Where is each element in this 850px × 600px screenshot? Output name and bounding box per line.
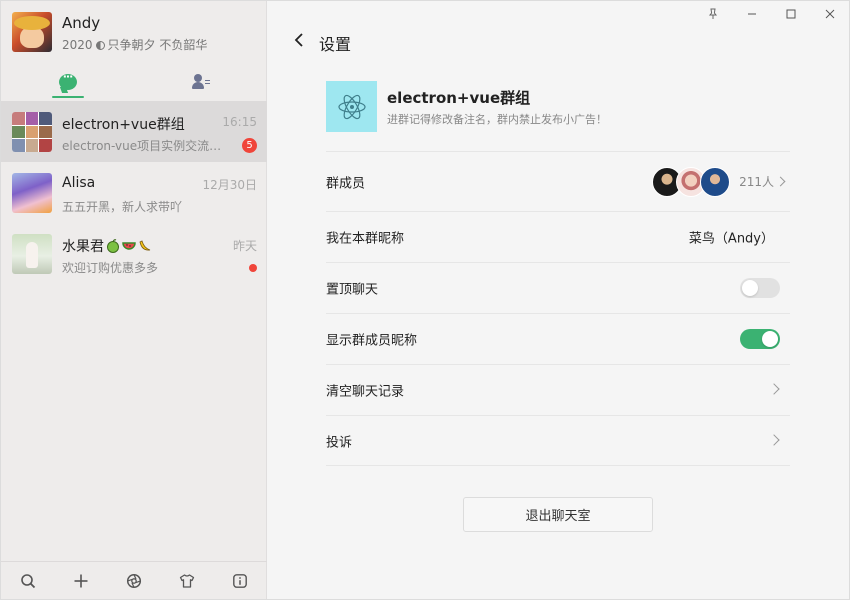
chevron-left-icon: [294, 33, 303, 47]
chat-title-row: 水果君: [62, 236, 152, 256]
row-nickname[interactable]: 我在本群昵称 菜鸟（Andy）: [326, 211, 790, 262]
chat-bubble-icon: [58, 70, 77, 90]
aperture-icon: [126, 573, 142, 588]
chat-title: electron+vue群组: [62, 117, 185, 133]
info-icon: [233, 573, 248, 588]
profile-header: Andy 2020 只争朝夕 不负韶华: [1, 1, 267, 63]
page-title: 设置: [319, 35, 352, 54]
chat-item-electron-vue[interactable]: electron+vue群组 electron-vue项目实例交流群… 16:1…: [1, 101, 267, 162]
row-label: 清空聊天记录: [326, 384, 405, 400]
active-tab-indicator: [51, 96, 84, 98]
row-label: 群成员: [326, 176, 366, 191]
settings-panel: 设置 electron+vue群组 进群记得修改备注名，群内禁止发布小广告！ 群…: [267, 1, 849, 599]
contact-avatar: [12, 234, 52, 274]
tshirt-icon: [180, 573, 195, 588]
maximize-icon: [786, 9, 795, 19]
tab-chats[interactable]: [1, 63, 134, 101]
motto-text: 只争朝夕 不负韶华: [107, 38, 208, 52]
row-clear-history[interactable]: 清空聊天记录: [326, 364, 790, 415]
contact-avatar: [12, 173, 52, 213]
show-nicknames-toggle[interactable]: [740, 329, 780, 349]
row-label: 我在本群昵称: [326, 231, 405, 247]
chat-preview: electron-vue项目实例交流群…: [62, 139, 222, 153]
group-avatar: [12, 112, 52, 152]
theme-button[interactable]: [176, 570, 198, 592]
motto-year: 2020: [62, 38, 93, 52]
chat-time: 昨天: [232, 239, 257, 253]
group-name: electron+vue群组: [387, 89, 531, 107]
chat-title: 水果君: [62, 239, 104, 255]
pin-icon: [708, 8, 717, 19]
group-notice: 进群记得修改备注名，群内禁止发布小广告！: [387, 113, 607, 126]
sidebar-tabs: [1, 63, 267, 101]
chat-time: 12月30日: [202, 178, 257, 192]
unread-badge: 5: [242, 138, 257, 153]
watermelon-icon: [122, 242, 136, 250]
row-label: 置顶聊天: [326, 282, 379, 298]
user-motto: 2020 只争朝夕 不负韶华: [62, 36, 207, 53]
settings-list: 群成员 211人 我在本群昵称 菜鸟（Andy） 置顶聊天 显示群成员昵称 清空…: [326, 151, 790, 466]
minimize-icon: [747, 13, 756, 15]
banana-icon: [139, 240, 151, 251]
member-avatar: [700, 166, 731, 197]
nickname-value: 菜鸟（Andy）: [688, 231, 774, 247]
member-count: 211人: [739, 175, 774, 189]
chat-preview: 欢迎订购优惠多多: [62, 261, 159, 275]
row-report[interactable]: 投诉: [326, 415, 790, 466]
chevron-right-icon: [768, 433, 780, 446]
plus-icon: [74, 574, 88, 587]
panel-header: 设置: [267, 23, 849, 59]
close-icon: [825, 9, 834, 19]
chat-item-fruit[interactable]: 水果君 欢迎订购优惠多多 昨天: [1, 223, 267, 284]
electron-atom-icon: [337, 94, 366, 119]
chat-item-alisa[interactable]: Alisa 五五开黑，新人求带吖 12月30日: [1, 162, 267, 223]
half-moon-icon: [95, 41, 105, 50]
member-preview[interactable]: 211人: [652, 166, 786, 197]
row-pin-chat: 置顶聊天: [326, 262, 790, 313]
sidebar-bottom-bar: [1, 561, 267, 599]
add-button[interactable]: [70, 570, 92, 592]
group-info-card: electron+vue群组 进群记得修改备注名，群内禁止发布小广告！: [326, 81, 791, 133]
unread-dot: [249, 264, 257, 272]
chat-list: electron+vue群组 electron-vue项目实例交流群… 16:1…: [1, 101, 267, 284]
chat-title: Alisa: [62, 175, 96, 191]
group-logo[interactable]: [326, 81, 377, 132]
exit-group-button[interactable]: 退出聊天室: [463, 497, 653, 532]
row-label: 显示群成员昵称: [326, 333, 418, 349]
chevron-right-icon: [768, 383, 780, 395]
tab-contacts[interactable]: [134, 63, 267, 101]
chat-preview: 五五开黑，新人求带吖: [62, 200, 183, 214]
pin-chat-toggle[interactable]: [740, 278, 780, 298]
about-button[interactable]: [229, 570, 251, 592]
chat-time: 16:15: [222, 115, 257, 129]
row-label: 投诉: [326, 435, 353, 450]
sidebar: Andy 2020 只争朝夕 不负韶华 ··· electron+vue群组 e…: [1, 1, 267, 599]
contacts-icon: [191, 74, 210, 90]
green-apple-icon: [107, 239, 119, 253]
row-show-nicknames: 显示群成员昵称: [326, 313, 790, 364]
chevron-right-icon: [775, 176, 786, 187]
row-members[interactable]: 群成员 211人: [326, 151, 790, 211]
search-button[interactable]: [17, 570, 39, 592]
back-button[interactable]: [291, 29, 311, 51]
search-icon: [20, 573, 35, 588]
user-avatar[interactable]: [12, 12, 52, 52]
user-name: Andy: [62, 14, 101, 32]
app-window: Andy 2020 只争朝夕 不负韶华 ··· electron+vue群组 e…: [0, 0, 850, 600]
moments-button[interactable]: [123, 570, 145, 592]
